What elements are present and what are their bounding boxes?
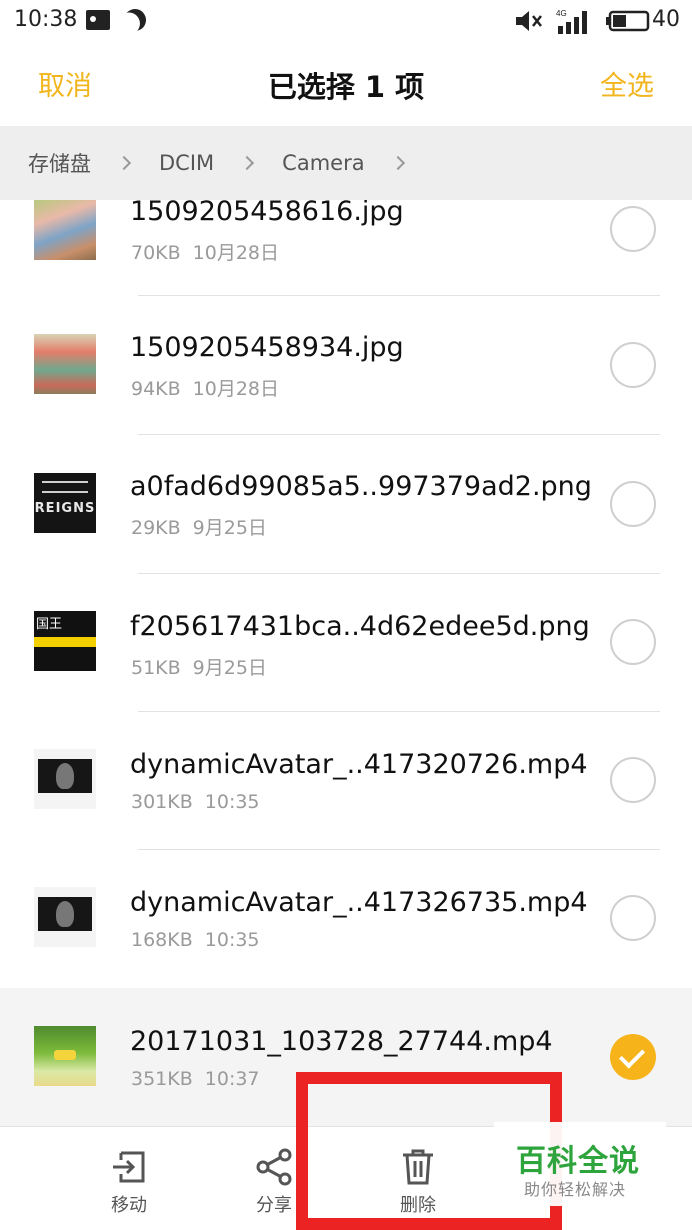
rock-painting-thumbnail [34,200,96,260]
watermark-logo: 百科全说 [516,1144,640,1179]
battery-level: 40 [652,7,680,32]
file-date: 9月25日 [192,517,267,539]
breadcrumb-camera[interactable]: Camera [282,151,364,175]
battery-icon [606,10,650,32]
file-meta: 51KB 9月25日 [131,653,279,680]
network-type-label: 4G [556,9,567,18]
file-date: 10:35 [204,791,260,813]
reigns-stripe [42,481,88,493]
select-all-button[interactable]: 全选 [600,64,654,103]
watermark-subtitle: 助你轻松解决 [524,1180,627,1199]
chevron-right-icon [390,155,405,171]
file-list[interactable]: 1509205458616.jpg 70KB 10月28日 15092054589… [0,200,692,1126]
file-name: 1509205458616.jpg [130,200,404,227]
file-name: f205617431bca..4d62edee5d.png [130,611,590,642]
breadcrumb: 存储盘 DCIM Camera [0,126,692,200]
select-checkbox[interactable] [610,342,656,388]
share-icon [256,1148,292,1186]
file-date: 10月28日 [192,242,280,264]
file-row[interactable]: 国王 f205617431bca..4d62edee5d.png 51KB 9月2… [0,573,692,712]
mute-icon [516,11,542,31]
file-row[interactable]: 1509205458616.jpg 70KB 10月28日 [0,200,692,300]
chevron-right-icon [240,155,255,171]
avatar-video-thumbnail [34,749,96,809]
chevron-right-icon [116,155,132,171]
file-size: 168KB [131,929,193,951]
file-date: 10月28日 [192,378,280,400]
file-size: 29KB [131,517,181,539]
move-label: 移动 [111,1195,147,1216]
king-game-thumbnail: 国王 [34,611,96,671]
file-name: 20171031_103728_27744.mp4 [130,1026,553,1057]
video-face [56,901,74,927]
video-face [56,763,74,789]
file-size: 51KB [131,657,181,679]
select-checkbox[interactable] [610,895,656,941]
file-meta: 301KB 10:35 [131,791,272,813]
file-meta: 351KB 10:37 [131,1068,272,1090]
reigns-thumbnail-text: REIGNS [34,501,96,516]
file-meta: 168KB 10:35 [131,929,272,951]
file-name: a0fad6d99085a5..997379ad2.png [130,471,592,502]
reigns-thumbnail: REIGNS [34,473,96,533]
file-name: 1509205458934.jpg [130,332,404,363]
file-row[interactable]: 1509205458934.jpg 94KB 10月28日 [0,296,692,435]
select-checkbox[interactable] [610,481,656,527]
file-size: 301KB [131,791,193,813]
file-name: dynamicAvatar_..417326735.mp4 [130,887,588,918]
file-meta: 29KB 9月25日 [131,513,279,540]
king-yellow-bar [34,637,96,647]
moon-icon [120,5,150,35]
select-checkbox[interactable] [610,206,656,252]
file-date: 9月25日 [192,657,267,679]
file-size: 94KB [131,378,181,400]
signal-icon: 4G [556,9,587,34]
file-size: 70KB [131,242,181,264]
file-row[interactable]: dynamicAvatar_..417320726.mp4 301KB 10:35 [0,711,692,850]
king-thumbnail-text: 国王 [36,617,63,632]
move-icon [113,1151,145,1183]
file-size: 351KB [131,1068,193,1090]
file-meta: 70KB 10月28日 [131,238,291,265]
rock-painting-thumbnail [34,334,96,394]
select-checkbox-checked[interactable] [610,1034,656,1080]
image-icon [86,10,110,30]
selection-header: 取消 已选择 1 项 全选 [0,44,692,126]
page-title: 已选择 1 项 [267,70,425,104]
game-video-thumbnail [34,1026,96,1086]
game-banner [54,1050,76,1060]
file-row[interactable]: REIGNS a0fad6d99085a5..997379ad2.png 29K… [0,435,692,574]
watermark: 百科全说 助你轻松解决 [494,1122,666,1206]
status-bar: 10:38 4G 40 [0,0,692,44]
status-time: 10:38 [14,7,78,32]
breadcrumb-dcim[interactable]: DCIM [159,151,214,175]
move-button[interactable]: 移动 [79,1127,179,1230]
select-checkbox[interactable] [610,757,656,803]
file-meta: 94KB 10月28日 [131,374,291,401]
file-row[interactable]: dynamicAvatar_..417326735.mp4 168KB 10:35 [0,849,692,987]
avatar-video-thumbnail [34,887,96,947]
breadcrumb-storage[interactable]: 存储盘 [28,148,91,178]
file-name: dynamicAvatar_..417320726.mp4 [130,749,588,780]
file-date: 10:35 [204,929,260,951]
file-date: 10:37 [204,1068,260,1090]
select-checkbox[interactable] [610,619,656,665]
